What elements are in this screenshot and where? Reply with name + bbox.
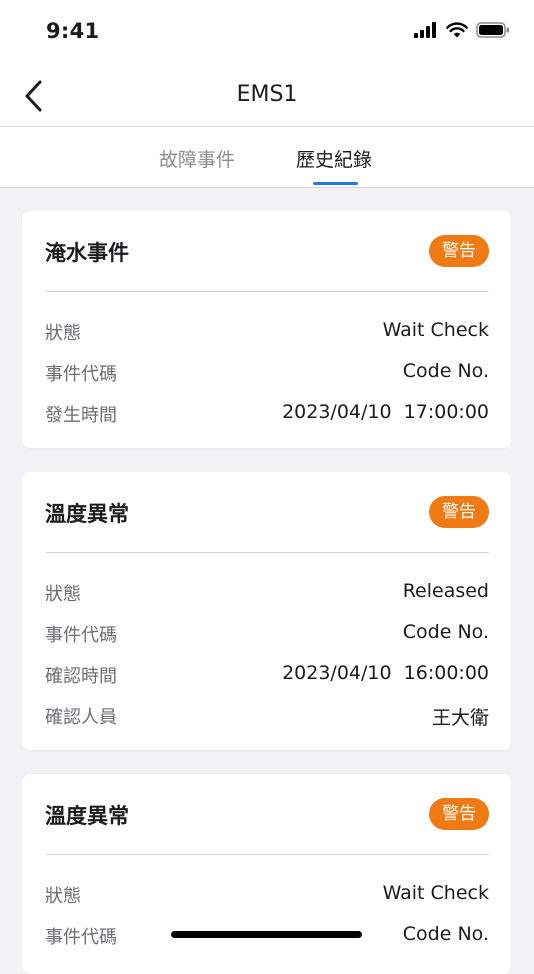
detail-row-code: 事件代碼 Code No.	[45, 350, 489, 391]
detail-row-status: 狀態 Wait Check	[45, 872, 489, 913]
event-card[interactable]: 溫度異常 警告 狀態 Wait Check 事件代碼 Code No.	[22, 774, 511, 974]
page-title: EMS1	[236, 82, 298, 107]
navigation-bar: EMS1	[0, 64, 534, 127]
detail-label: 事件代碼	[45, 927, 117, 948]
detail-value: 王大衛	[431, 707, 489, 729]
card-header: 溫度異常 警告	[45, 472, 489, 553]
status-bar: 9:41	[0, 0, 534, 64]
battery-icon	[476, 22, 509, 38]
detail-label: 狀態	[45, 323, 81, 344]
card-details: 狀態 Wait Check 事件代碼 Code No.	[22, 855, 511, 954]
detail-value: 2023/04/10 16:00:00	[282, 662, 489, 684]
tab-bar: 故障事件 歷史紀錄	[0, 127, 534, 188]
tab-fault-events[interactable]: 故障事件	[159, 145, 235, 172]
severity-badge: 警告	[429, 235, 489, 267]
detail-row-code: 事件代碼 Code No.	[45, 611, 489, 652]
detail-value: Code No.	[402, 360, 489, 382]
detail-row-time: 發生時間 2023/04/10 17:00:00	[45, 391, 489, 432]
card-header: 淹水事件 警告	[45, 211, 489, 292]
event-card[interactable]: 淹水事件 警告 狀態 Wait Check 事件代碼 Code No. 發生時間…	[22, 211, 511, 448]
detail-label: 事件代碼	[45, 625, 117, 646]
detail-label: 確認時間	[45, 666, 117, 687]
card-details: 狀態 Wait Check 事件代碼 Code No. 發生時間 2023/04…	[22, 292, 511, 432]
detail-label: 發生時間	[45, 405, 117, 426]
detail-value: Wait Check	[382, 319, 489, 341]
detail-label: 確認人員	[45, 707, 117, 728]
event-card[interactable]: 溫度異常 警告 狀態 Released 事件代碼 Code No. 確認時間 2…	[22, 472, 511, 750]
status-time: 9:41	[46, 19, 100, 43]
detail-row-confirm-person: 確認人員 王大衛	[45, 693, 489, 734]
active-tab-indicator	[313, 182, 358, 185]
detail-label: 狀態	[45, 584, 81, 605]
detail-value: Wait Check	[382, 882, 489, 904]
event-title: 溫度異常	[45, 502, 129, 526]
cellular-signal-icon	[414, 22, 436, 38]
detail-label: 狀態	[45, 886, 81, 907]
detail-value: Code No.	[402, 923, 489, 945]
detail-value: Released	[402, 580, 489, 602]
tab-history-records[interactable]: 歷史紀錄	[296, 145, 372, 172]
severity-badge: 警告	[429, 496, 489, 528]
detail-row-status: 狀態 Wait Check	[45, 309, 489, 350]
home-indicator	[171, 931, 362, 938]
card-details: 狀態 Released 事件代碼 Code No. 確認時間 2023/04/1…	[22, 553, 511, 734]
card-header: 溫度異常 警告	[45, 774, 489, 855]
wifi-icon	[446, 22, 468, 38]
detail-value: 2023/04/10 17:00:00	[282, 401, 489, 423]
detail-label: 事件代碼	[45, 364, 117, 385]
status-icons	[414, 22, 510, 38]
event-title: 溫度異常	[45, 804, 129, 828]
detail-value: Code No.	[402, 621, 489, 643]
event-title: 淹水事件	[45, 241, 129, 265]
severity-badge: 警告	[429, 798, 489, 830]
detail-row-status: 狀態 Released	[45, 570, 489, 611]
detail-row-confirm-time: 確認時間 2023/04/10 16:00:00	[45, 652, 489, 693]
